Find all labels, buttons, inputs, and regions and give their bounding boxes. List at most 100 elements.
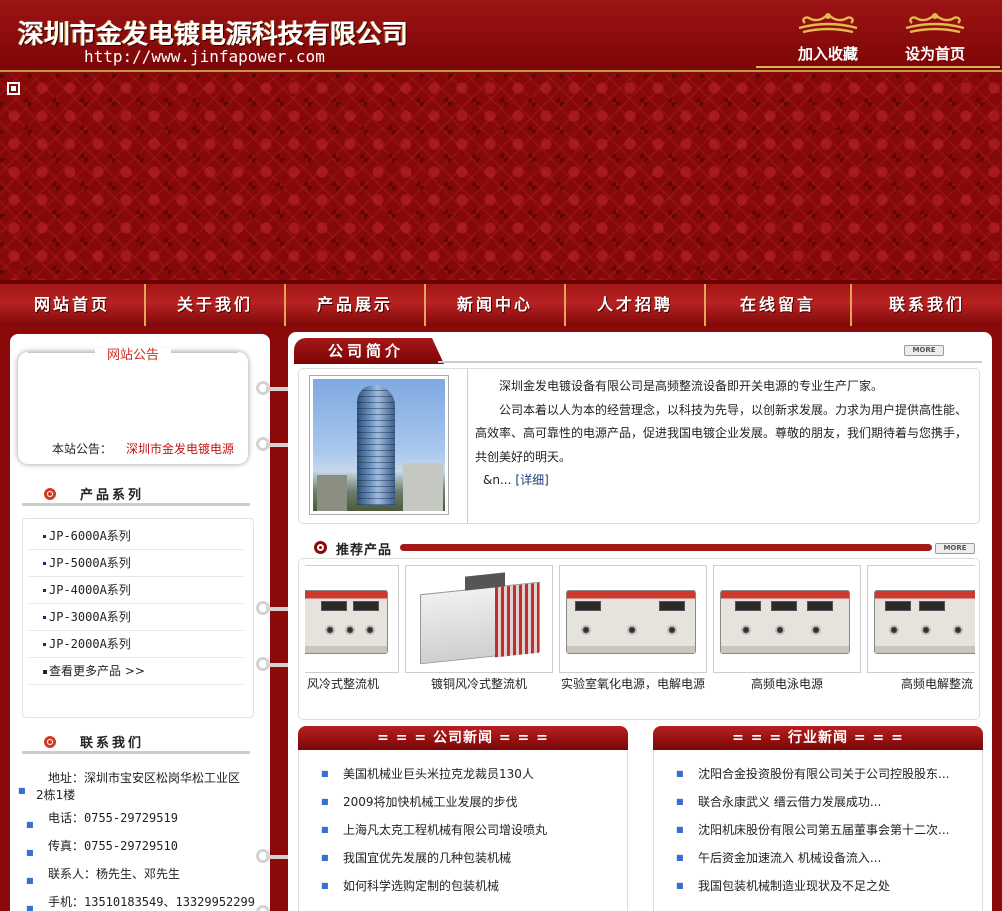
- ring-connector-icon: [256, 657, 294, 671]
- recommended-title: 推荐产品: [336, 543, 393, 558]
- intro-detail-link[interactable]: [详细]: [515, 473, 548, 487]
- company-news-title: = = = 公司新闻 = = =: [298, 726, 628, 750]
- set-homepage-link[interactable]: 设为首页: [890, 43, 980, 64]
- intro-more-row: &n... [详细]: [483, 469, 969, 493]
- news-link[interactable]: 2009将加快机械工业发展的步伐: [343, 795, 518, 809]
- news-link[interactable]: 我国宜优先发展的几种包装机械: [343, 851, 511, 865]
- bookmark-link[interactable]: 加入收藏: [783, 43, 873, 64]
- intro-section-title: 公司简介: [294, 338, 444, 364]
- header-gold-line: [0, 70, 1002, 72]
- news-link[interactable]: 午后资金加速流入 机械设备流入...: [698, 851, 881, 865]
- bookmark-action[interactable]: 加入收藏: [783, 10, 873, 64]
- bullet-square-icon: ■: [676, 797, 684, 806]
- news-item[interactable]: ■ 我国宜优先发展的几种包装机械: [319, 844, 619, 872]
- nav-news[interactable]: 新闻中心: [426, 284, 566, 326]
- news-item[interactable]: ■ 2009将加快机械工业发展的步伐: [319, 788, 619, 816]
- company-building-photo: [309, 375, 449, 515]
- main-nav: 网站首页 关于我们 产品展示 新闻中心 人才招聘 在线留言 联系我们: [0, 284, 1002, 326]
- bullet-square-icon: ■: [26, 876, 34, 885]
- homepage-action[interactable]: 设为首页: [890, 10, 980, 64]
- bullet-square-icon: ■: [26, 848, 34, 857]
- nav-contact[interactable]: 联系我们: [852, 284, 1002, 326]
- nav-products[interactable]: 产品展示: [286, 284, 426, 326]
- contact-info-list: ■ 地址：深圳市宝安区松岗华松工业区 2栋1楼 ■ 电话：0755-297295…: [18, 770, 256, 911]
- product-series-item[interactable]: JP-6000A系列: [29, 523, 243, 550]
- news-item[interactable]: ■ 联合永康武义 缙云借力发展成功...: [674, 788, 974, 816]
- news-link[interactable]: 上海凡太克工程机械有限公司增设喷丸: [343, 823, 547, 837]
- contact-mobile: ■ 手机：13510183549、13329952299: [24, 894, 256, 911]
- product-series-item[interactable]: JP-3000A系列: [29, 604, 243, 631]
- product-card[interactable]: 高频电解整流: [867, 565, 975, 715]
- product-image: [867, 565, 975, 673]
- product-card[interactable]: 镀铜风冷式整流机: [405, 565, 553, 715]
- banner-pattern: [0, 74, 1002, 282]
- news-link[interactable]: 联合永康武义 缙云借力发展成功...: [698, 795, 881, 809]
- ornament-icon: [783, 10, 873, 40]
- news-item[interactable]: ■ 午后资金加速流入 机械设备流入...: [674, 844, 974, 872]
- news-item[interactable]: ■ 美国机械业巨头米拉克龙裁员130人: [319, 760, 619, 788]
- bullet-circle-icon: [44, 736, 56, 748]
- bullet-square-icon: ■: [676, 825, 684, 834]
- contact-address: ■ 地址：深圳市宝安区松岗华松工业区 2栋1楼: [18, 770, 256, 804]
- products-section-title: 产品系列: [80, 488, 145, 503]
- intro-more-button[interactable]: MORE: [904, 345, 944, 356]
- company-news-list: ■ 美国机械业巨头米拉克龙裁员130人 ■ 2009将加快机械工业发展的步伐 ■ 上海…: [319, 760, 619, 900]
- product-series-item[interactable]: JP-2000A系列: [29, 631, 243, 658]
- nav-message[interactable]: 在线留言: [706, 284, 852, 326]
- intro-panel: 深圳金发电镀设备有限公司是高频整流设备即开关电源的专业生产厂家。 公司本着以人为…: [298, 368, 980, 524]
- bullet-square-icon: ■: [321, 769, 329, 778]
- bullet-circle-icon: [44, 488, 56, 500]
- product-name[interactable]: 实验室氧化电源，电解电源: [559, 675, 707, 692]
- news-link[interactable]: 沈阳机床股份有限公司第五届董事会第十二次...: [698, 823, 949, 837]
- news-item[interactable]: ■ 沈阳合金投资股份有限公司关于公司控股股东...: [674, 760, 974, 788]
- news-item[interactable]: ■ 如何科学选购定制的包装机械: [319, 872, 619, 900]
- product-image: [405, 565, 553, 673]
- news-link[interactable]: 美国机械业巨头米拉克龙裁员130人: [343, 767, 534, 781]
- left-sidebar: 网站公告 本站公告： 深圳市金发电镀电源 产品系列 JP-6000A系列 JP-5…: [10, 334, 270, 911]
- nav-about[interactable]: 关于我们: [146, 284, 286, 326]
- contact-section-title: 联系我们: [80, 736, 145, 751]
- product-series-item[interactable]: JP-5000A系列: [29, 550, 243, 577]
- product-card[interactable]: 实验室氧化电源，电解电源: [559, 565, 707, 715]
- product-series-item[interactable]: JP-4000A系列: [29, 577, 243, 604]
- company-news-panel: = = = 公司新闻 = = = ■ 美国机械业巨头米拉克龙裁员130人 ■ 200…: [298, 726, 628, 911]
- bullet-square-icon: ■: [26, 820, 34, 829]
- product-name[interactable]: 高频电解整流: [867, 675, 975, 692]
- ring-connector-icon: [256, 601, 294, 615]
- news-item[interactable]: ■ 上海凡太克工程机械有限公司增设喷丸: [319, 816, 619, 844]
- bullet-square-icon: ■: [18, 786, 26, 795]
- contact-phone: ■ 电话：0755-29729519: [24, 810, 256, 829]
- news-link[interactable]: 沈阳合金投资股份有限公司关于公司控股股东...: [698, 767, 949, 781]
- nav-home[interactable]: 网站首页: [0, 284, 146, 326]
- intro-ellipsis: &n...: [483, 473, 512, 487]
- nav-jobs[interactable]: 人才招聘: [566, 284, 706, 326]
- site-header: 深圳市金发电镀电源科技有限公司 http://www.jinfapower.co…: [0, 0, 1002, 72]
- site-url: http://www.jinfapower.com: [84, 47, 325, 66]
- phone-text: 电话：0755-29729519: [48, 811, 178, 825]
- products-panel: JP-6000A系列 JP-5000A系列 JP-4000A系列 JP-3000…: [22, 518, 254, 718]
- intro-header-line: [438, 361, 982, 363]
- product-name[interactable]: 风冷式整流机: [305, 675, 399, 692]
- notice-marquee-link[interactable]: 深圳市金发电镀电源: [126, 442, 234, 456]
- fax-text: 传真：0755-29729510: [48, 839, 178, 853]
- product-name[interactable]: 高频电泳电源: [713, 675, 861, 692]
- product-card[interactable]: 风冷式整流机: [305, 565, 399, 715]
- news-item[interactable]: ■ 沈阳机床股份有限公司第五届董事会第十二次...: [674, 816, 974, 844]
- notice-label: 本站公告：: [52, 442, 113, 456]
- recommended-more-button[interactable]: MORE: [935, 543, 975, 554]
- recommended-header-bar: [400, 544, 932, 551]
- product-card[interactable]: 高频电泳电源: [713, 565, 861, 715]
- bullet-circle-icon: [314, 541, 327, 554]
- industry-news-panel: = = = 行业新闻 = = = ■ 沈阳合金投资股份有限公司关于公司控股股东..…: [653, 726, 983, 911]
- more-products-link[interactable]: 查看更多产品 >>: [29, 658, 243, 685]
- news-link[interactable]: 如何科学选购定制的包装机械: [343, 879, 499, 893]
- product-name[interactable]: 镀铜风冷式整流机: [405, 675, 553, 692]
- industry-news-title: = = = 行业新闻 = = =: [653, 726, 983, 750]
- product-image: [713, 565, 861, 673]
- product-series-list: JP-6000A系列 JP-5000A系列 JP-4000A系列 JP-3000…: [29, 523, 243, 685]
- bullet-square-icon: ■: [676, 881, 684, 890]
- news-item[interactable]: ■ 我国包装机械制造业现状及不足之处: [674, 872, 974, 900]
- bullet-square-icon: ■: [321, 797, 329, 806]
- bullet-square-icon: ■: [676, 853, 684, 862]
- news-link[interactable]: 我国包装机械制造业现状及不足之处: [698, 879, 890, 893]
